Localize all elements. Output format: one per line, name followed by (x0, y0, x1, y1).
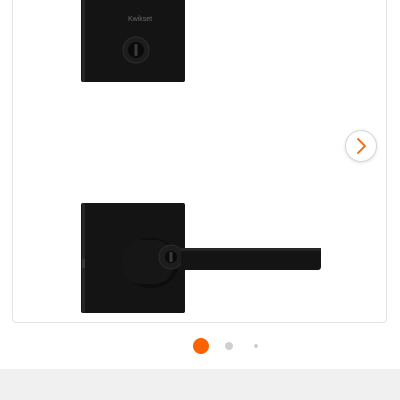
pagination-dot[interactable] (225, 342, 233, 350)
pagination-dot-active[interactable] (193, 338, 209, 354)
bottom-section-bar (0, 369, 400, 400)
product-image: Kwikset (81, 0, 321, 313)
pagination-dot[interactable] (254, 344, 258, 348)
product-image-card[interactable]: Kwikset (12, 0, 387, 323)
next-image-button[interactable] (345, 130, 377, 162)
deadbolt-brand-text: Kwikset (128, 16, 152, 23)
lever-handle-image (81, 203, 321, 313)
chevron-right-icon (357, 138, 366, 154)
image-pagination (0, 336, 400, 356)
deadbolt-image: Kwikset (81, 0, 185, 82)
product-gallery-page: Kwikset (0, 0, 400, 400)
